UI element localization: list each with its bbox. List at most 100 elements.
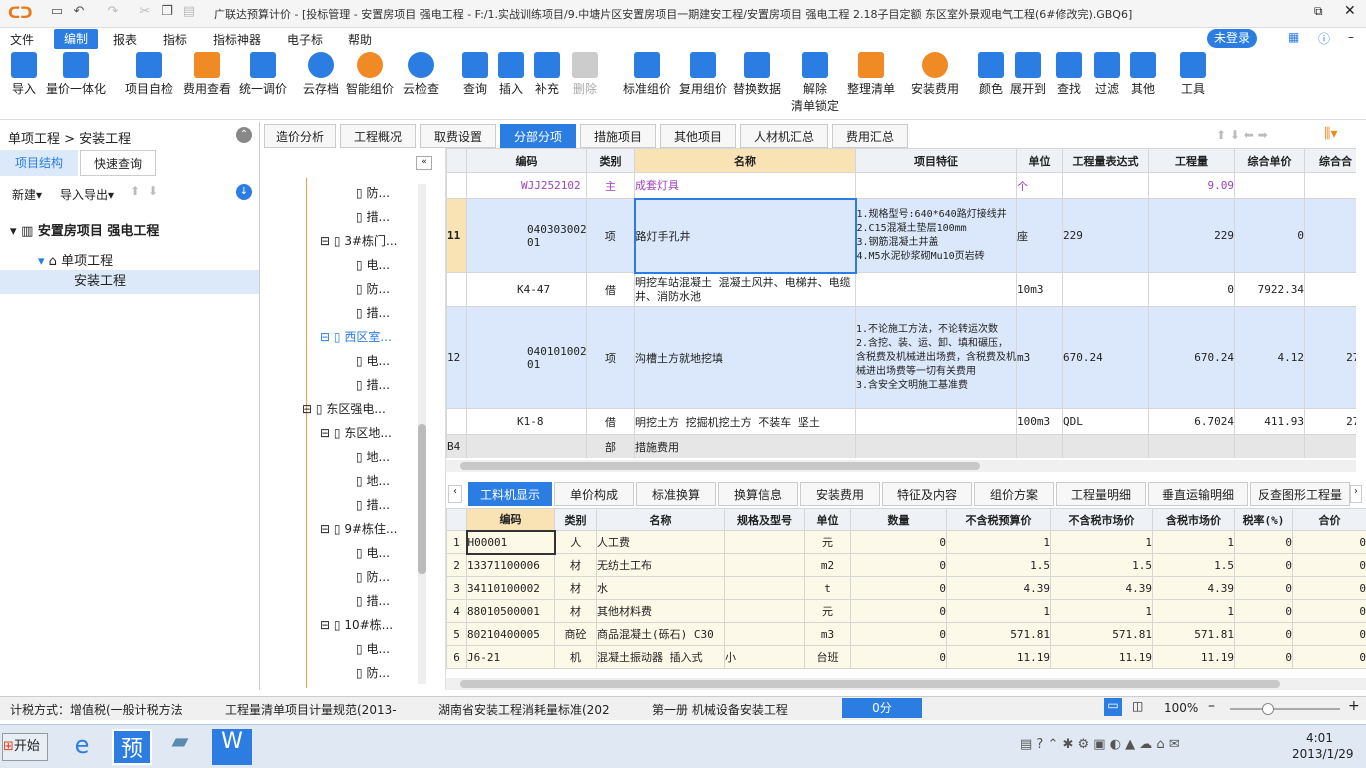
col-res-total[interactable]: 合价 <box>1292 508 1366 531</box>
col-res-spec[interactable]: 规格及型号 <box>724 508 805 531</box>
table-cell[interactable]: 人 <box>554 530 597 554</box>
tab-unit-price[interactable]: 单价构成 <box>554 482 634 506</box>
table-row[interactable]: 11 0403030020 01 项 路灯手孔井 1.规格型号:640*640路… <box>446 197 1356 274</box>
table-cell[interactable]: 小 <box>724 645 805 669</box>
table-row[interactable]: 4 88010500001 材其他材料费元 0 1 1 1 0 0 <box>446 599 1366 623</box>
table-row[interactable]: WJJ252102 主 成套灯具 个 9.09 <box>446 172 1356 199</box>
tree-item[interactable]: ⊟ ▯ 10#栋... <box>320 616 393 633</box>
cut-icon[interactable]: ✂ <box>136 4 154 22</box>
table-cell[interactable]: 4.39 <box>946 576 1051 600</box>
ie-icon[interactable]: e <box>64 731 100 763</box>
table-cell[interactable]: 1 <box>946 599 1051 623</box>
table-cell[interactable]: 13371100006 <box>466 553 555 577</box>
minimize-ribbon-icon[interactable]: – <box>1348 30 1354 44</box>
import-export-button[interactable]: 导入导出▾ <box>60 186 114 203</box>
other-button[interactable]: 其他 <box>1128 52 1158 97</box>
table-cell[interactable] <box>724 576 805 600</box>
table-cell[interactable]: 1.5 <box>946 553 1051 577</box>
fee-view-button[interactable]: 费用查看 <box>180 52 234 97</box>
table-cell[interactable]: 元 <box>804 530 851 554</box>
supplement-button[interactable]: 补充 <box>532 52 562 97</box>
table-row[interactable]: K4-47 借 明挖车站混凝土 混凝土风井、电梯井、电缆井、消防水池 10m3 … <box>446 272 1356 307</box>
tab-measures[interactable]: 措施项目 <box>580 124 656 148</box>
table-cell[interactable]: 11.19 <box>1050 645 1153 669</box>
adjust-price-button[interactable]: 统一调价 <box>236 52 290 97</box>
menu-index[interactable]: 指标 <box>163 31 187 48</box>
reuse-price-button[interactable]: 复用组价 <box>676 52 730 97</box>
tree-item[interactable]: ▯ 地... <box>356 448 390 465</box>
tab-items[interactable]: 分部分项 <box>500 124 576 148</box>
login-button[interactable]: 未登录 <box>1207 29 1257 48</box>
save-icon[interactable]: ▭ <box>48 4 66 22</box>
col-res-type[interactable]: 类别 <box>554 508 597 531</box>
table-cell[interactable]: 台班 <box>804 645 851 669</box>
tab-conversion-info[interactable]: 换算信息 <box>718 482 798 506</box>
col-res-budget[interactable]: 不含税预算价 <box>946 508 1051 531</box>
import-button[interactable]: 导入 <box>8 52 40 97</box>
table-cell[interactable]: J6-21 <box>466 645 555 669</box>
table-cell[interactable]: 材 <box>554 576 597 600</box>
tree-install-project[interactable]: 安装工程 <box>0 270 259 294</box>
col-unit[interactable]: 单位 <box>1016 148 1063 173</box>
table-cell[interactable]: 1 <box>1152 530 1235 554</box>
self-check-button[interactable]: 项目自检 <box>122 52 176 97</box>
table-cell[interactable]: 0 <box>1234 645 1293 669</box>
new-button[interactable]: 新建▾ <box>12 186 42 203</box>
table-cell[interactable]: 1 <box>946 530 1051 554</box>
delete-button[interactable]: 删除 <box>570 52 600 97</box>
table-cell[interactable]: 0 <box>850 622 947 646</box>
col-res-name[interactable]: 名称 <box>596 508 725 531</box>
col-res-code[interactable]: 编码 <box>466 508 555 531</box>
standard-price-button[interactable]: 标准组价 <box>620 52 674 97</box>
table-cell[interactable]: 0 <box>850 553 947 577</box>
tab-install-fee[interactable]: 安装费用 <box>800 482 880 506</box>
color-button[interactable]: 颜色 <box>976 52 1006 97</box>
table-cell[interactable]: 人工费 <box>596 530 725 554</box>
tab-overview[interactable]: 工程概况 <box>340 124 416 148</box>
col-name[interactable]: 名称 <box>634 148 856 173</box>
col-res-unit[interactable]: 单位 <box>804 508 851 531</box>
tab-standard-conversion[interactable]: 标准换算 <box>636 482 716 506</box>
insert-button[interactable]: 插入 <box>496 52 526 97</box>
tree-item[interactable]: ⊟ ▯ 9#栋住... <box>320 520 397 537</box>
table-cell[interactable]: 0 <box>1234 599 1293 623</box>
smart-price-button[interactable]: 智能组价 <box>344 52 396 97</box>
move-down-icon[interactable]: ⬇ <box>148 184 158 198</box>
undo-icon[interactable]: ↶ <box>70 4 88 22</box>
table-cell[interactable]: 水 <box>596 576 725 600</box>
tab-fee-summary[interactable]: 费用汇总 <box>832 124 908 148</box>
col-res-taxrate[interactable]: 税率(%) <box>1234 508 1293 531</box>
table-cell[interactable]: 商品混凝土(砾石) C30 <box>596 622 725 646</box>
table-cell[interactable]: 11.19 <box>946 645 1051 669</box>
cloud-save-button[interactable]: 云存档 <box>300 52 342 97</box>
table-cell[interactable]: 0 <box>1234 553 1293 577</box>
tree-item[interactable]: ⊟ ▯ 东区强电... <box>302 400 386 417</box>
tree-item[interactable]: ▯ 防... <box>356 664 390 681</box>
zoom-in-icon[interactable]: + <box>1348 698 1360 714</box>
col-res-qty[interactable]: 数量 <box>850 508 947 531</box>
col-res-market[interactable]: 不含税市场价 <box>1050 508 1153 531</box>
table-cell[interactable]: 0 <box>1292 599 1366 623</box>
table-cell[interactable]: m2 <box>804 553 851 577</box>
close-icon[interactable]: ✕ <box>1344 3 1356 19</box>
table-row[interactable]: B4 部 措施费用 <box>446 434 1356 458</box>
table-cell[interactable]: 4.39 <box>1050 576 1153 600</box>
col-total[interactable]: 综合合 <box>1304 148 1356 173</box>
table-cell[interactable]: m3 <box>804 622 851 646</box>
table-row[interactable]: 1 H00001 人人工费元 0 1 1 1 0 0 <box>446 529 1366 555</box>
tab-quantity-detail[interactable]: 工程量明细 <box>1056 482 1146 506</box>
tree-item[interactable]: ▯ 措... <box>356 208 390 225</box>
table-cell[interactable]: 0 <box>1292 576 1366 600</box>
table-cell[interactable] <box>724 599 805 623</box>
start-button[interactable]: ⊞开始 <box>2 733 48 761</box>
expand-to-button[interactable]: 展开到 <box>1008 52 1048 97</box>
apps-icon[interactable]: ▦ <box>1288 30 1299 44</box>
table-cell[interactable]: 0 <box>1292 622 1366 646</box>
tab-features[interactable]: 特征及内容 <box>882 482 972 506</box>
table-cell[interactable]: 1.5 <box>1050 553 1153 577</box>
find-button[interactable]: 查找 <box>1054 52 1084 97</box>
table-cell[interactable]: 其他材料费 <box>596 599 725 623</box>
bottom-hscrollbar[interactable] <box>446 678 1366 690</box>
tree-scrollbar[interactable] <box>418 184 426 684</box>
table-row[interactable]: 12 0401010020 01 项 沟槽土方就地挖填 1.不论施工方法，不论转… <box>446 306 1356 409</box>
